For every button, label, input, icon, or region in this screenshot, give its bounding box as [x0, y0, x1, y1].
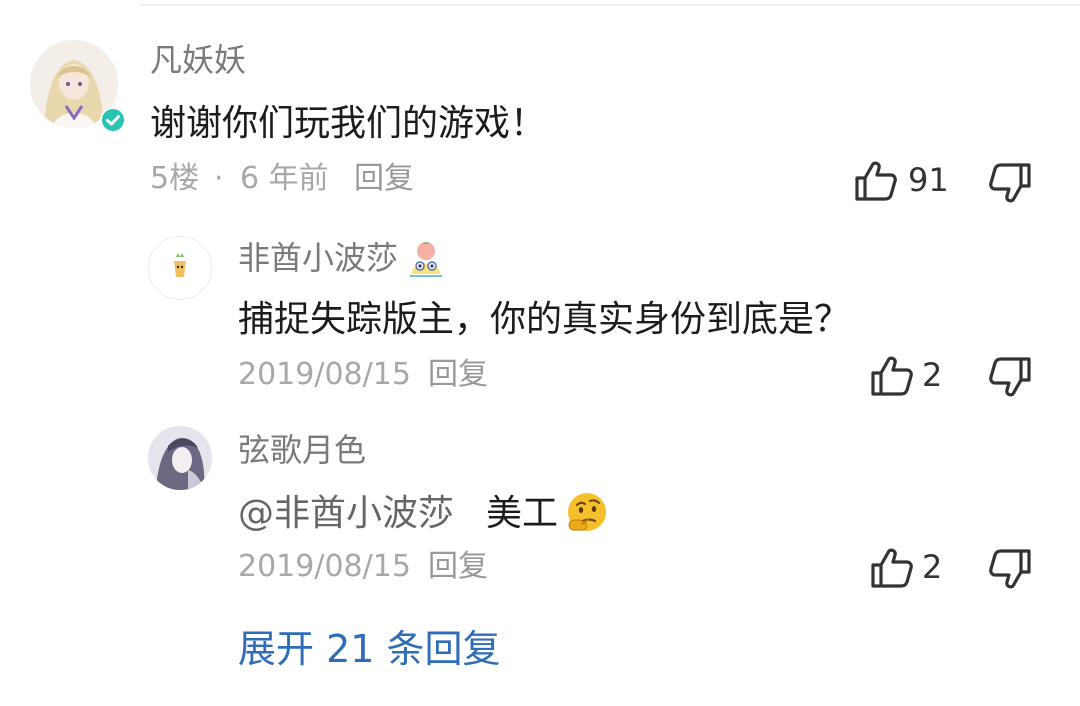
reply1-date: 2019/08/15 [238, 357, 411, 392]
reply1-text: 捕捉失踪版主，你的真实身份到底是？ [238, 299, 851, 340]
reply2-text: 美工 [486, 493, 559, 534]
reply2-date: 2019/08/15 [238, 549, 411, 584]
comment-time: 6 年前 [240, 161, 329, 196]
comment-username[interactable]: 凡妖妖 [150, 44, 246, 76]
comment-floor: 5楼 [150, 161, 200, 196]
thumbs-down-icon[interactable] [988, 162, 1032, 204]
thumbs-up-icon[interactable] [870, 355, 914, 397]
user-badge-icon [406, 240, 446, 278]
reply2-reply-button[interactable]: 回复 [428, 552, 488, 582]
comment-text: 谢谢你们玩我们的游戏！ [150, 103, 547, 144]
meta-separator: · [214, 161, 224, 196]
comment-like-count: 91 [908, 161, 949, 199]
verified-badge-icon [100, 107, 126, 133]
expand-replies-link[interactable]: 展开 21 条回复 [238, 630, 501, 668]
thumbs-down-icon[interactable] [988, 356, 1032, 398]
reply2-mention[interactable]: @非酋小波莎 [238, 496, 454, 532]
avatar-feiqiu[interactable] [148, 236, 212, 300]
thumbs-up-icon[interactable] [870, 547, 914, 589]
reply2-username[interactable]: 弦歌月色 [238, 434, 366, 466]
comment-reply-button[interactable]: 回复 [354, 164, 414, 194]
avatar-xiangeyuese[interactable] [148, 426, 212, 490]
thinking-face-emoji [564, 490, 610, 536]
reply1-username[interactable]: 非酋小波莎 [238, 242, 398, 274]
thumbs-up-icon[interactable] [854, 160, 898, 202]
reply1-reply-button[interactable]: 回复 [428, 360, 488, 390]
reply1-like-count: 2 [922, 356, 943, 394]
top-divider [140, 4, 1080, 6]
thumbs-down-icon[interactable] [988, 548, 1032, 590]
reply2-like-count: 2 [922, 548, 943, 586]
